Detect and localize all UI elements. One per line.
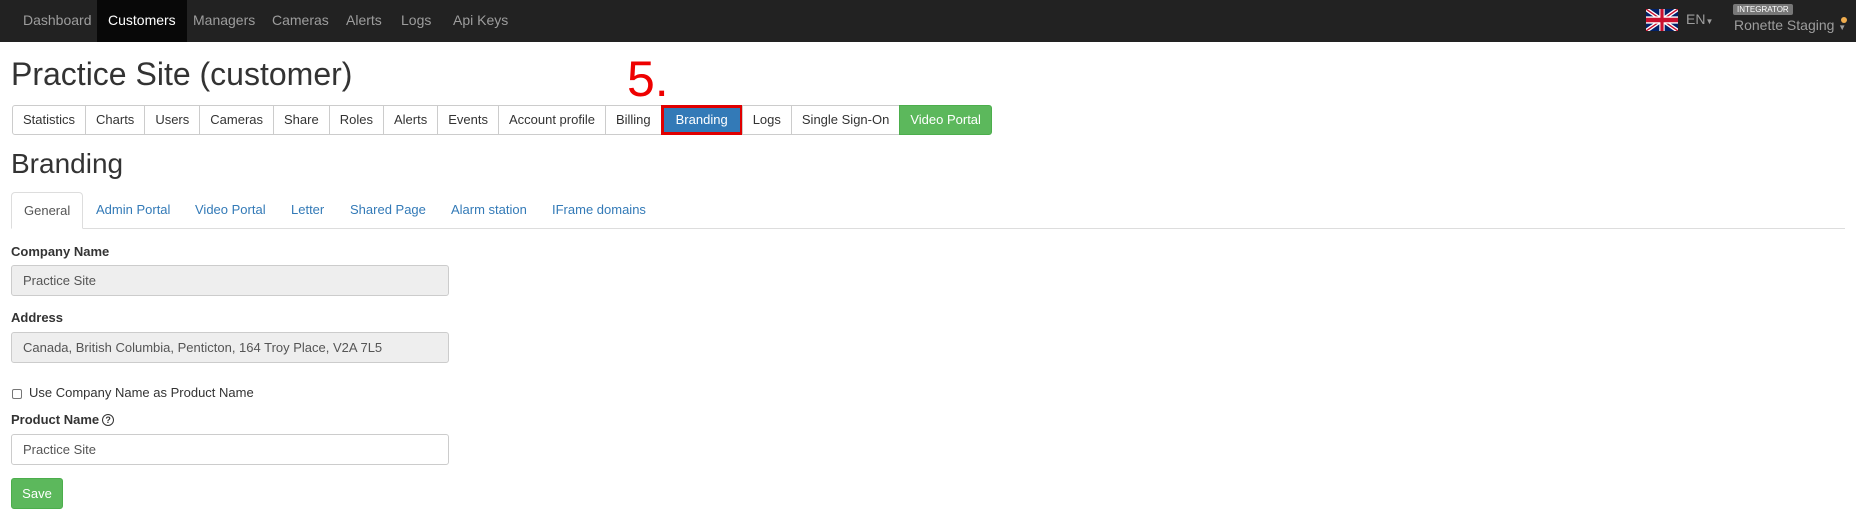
use-company-name-label[interactable]: Use Company Name as Product Name: [29, 385, 254, 400]
pill-users[interactable]: Users: [144, 105, 201, 135]
company-name-field[interactable]: Practice Site: [11, 265, 449, 296]
top-navbar: Dashboard Customers Managers Cameras Ale…: [0, 0, 1856, 42]
pill-roles[interactable]: Roles: [328, 105, 384, 135]
use-company-name-checkbox[interactable]: [12, 389, 22, 399]
tab-video-portal[interactable]: Video Portal: [183, 192, 278, 229]
customer-section-nav: Statistics Charts Users Cameras Share Ro…: [12, 105, 992, 135]
page-title: Practice Site (customer): [11, 56, 353, 92]
address-field[interactable]: Canada, British Columbia, Penticton, 164…: [11, 332, 449, 363]
caret-down-icon: ▼: [1705, 17, 1714, 26]
section-title: Branding: [11, 148, 124, 179]
pill-share[interactable]: Share: [273, 105, 330, 135]
nav-dashboard[interactable]: Dashboard: [11, 0, 104, 42]
tab-admin-portal[interactable]: Admin Portal: [84, 192, 182, 229]
nav-cameras[interactable]: Cameras: [260, 0, 341, 42]
notification-dot: [1841, 17, 1847, 23]
address-label: Address: [11, 310, 64, 325]
pill-statistics[interactable]: Statistics: [12, 105, 87, 135]
uk-flag-icon[interactable]: [1646, 9, 1678, 31]
tab-letter[interactable]: Letter: [279, 192, 336, 229]
pill-charts[interactable]: Charts: [85, 105, 146, 135]
pill-single-sign-on[interactable]: Single Sign-On: [790, 105, 901, 135]
product-name-label: Product Name: [11, 412, 100, 427]
pill-logs[interactable]: Logs: [741, 105, 792, 135]
save-button[interactable]: Save: [11, 478, 63, 509]
pill-account-profile[interactable]: Account profile: [497, 105, 606, 135]
pill-video-portal[interactable]: Video Portal: [899, 105, 992, 135]
pill-cameras[interactable]: Cameras: [199, 105, 275, 135]
company-name-label: Company Name: [11, 244, 110, 259]
pill-branding[interactable]: Branding: [660, 105, 743, 135]
language-label: EN: [1686, 11, 1706, 27]
pill-alerts[interactable]: Alerts: [382, 105, 439, 135]
step-marker: 5.: [627, 51, 669, 107]
pill-billing[interactable]: Billing: [604, 105, 662, 135]
nav-customers[interactable]: Customers: [97, 0, 187, 42]
tab-alarm-station[interactable]: Alarm station: [439, 192, 539, 229]
language-dropdown[interactable]: EN▼: [1686, 11, 1713, 27]
product-name-label-wrap: Product Name?: [11, 412, 115, 427]
user-name: Ronette Staging: [1734, 17, 1835, 33]
nav-logs[interactable]: Logs: [389, 0, 443, 42]
caret-down-icon: ▼: [1838, 23, 1847, 32]
nav-api-keys[interactable]: Api Keys: [441, 0, 520, 42]
user-menu[interactable]: Ronette Staging ▼: [1734, 17, 1846, 33]
tab-shared-page[interactable]: Shared Page: [338, 192, 438, 229]
tab-general[interactable]: General: [11, 192, 84, 229]
pill-events[interactable]: Events: [437, 105, 499, 135]
role-badge: INTEGRATOR: [1733, 4, 1793, 15]
nav-alerts[interactable]: Alerts: [334, 0, 394, 42]
tab-iframe-domains[interactable]: IFrame domains: [540, 192, 658, 229]
product-name-input[interactable]: Practice Site: [11, 434, 449, 465]
nav-managers[interactable]: Managers: [181, 0, 267, 42]
help-icon[interactable]: ?: [102, 414, 115, 426]
